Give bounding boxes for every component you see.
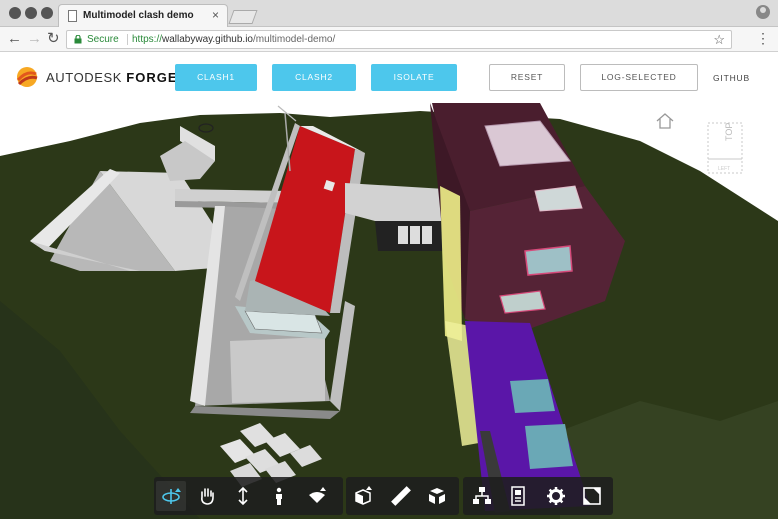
- app-header: AUTODESK FORGE CLASH1 CLASH2 ISOLATE RES…: [0, 53, 778, 101]
- browser-window: Multimodel clash demo × ← → ↻ Secure htt…: [0, 0, 778, 519]
- omnibox-divider: [127, 34, 128, 45]
- dolly-icon: [238, 486, 248, 506]
- home-view-icon[interactable]: [656, 113, 674, 129]
- camera-icon: [309, 487, 326, 503]
- measure-tool[interactable]: [386, 481, 416, 511]
- brand-name: AUTODESK FORGE: [46, 70, 178, 85]
- github-link[interactable]: GITHUB: [713, 73, 750, 83]
- log-selected-button[interactable]: LOG-SELECTED: [580, 64, 698, 91]
- pan-tool[interactable]: [192, 481, 222, 511]
- reload-button[interactable]: ↻: [47, 31, 60, 47]
- orbit-tool[interactable]: [156, 481, 186, 511]
- section-icon: [355, 486, 372, 505]
- url-text: https://wallabyway.github.io/multimodel-…: [132, 34, 336, 45]
- first-person-tool[interactable]: [264, 481, 294, 511]
- isolate-button[interactable]: ISOLATE: [371, 64, 457, 91]
- autodesk-logo-icon: [16, 67, 38, 87]
- model-tools-toolbar: [346, 477, 459, 515]
- fullscreen-icon: [583, 487, 601, 505]
- measure-icon: [391, 486, 411, 506]
- lock-icon: [74, 35, 82, 44]
- clash2-button[interactable]: CLASH2: [272, 64, 356, 91]
- close-window-icon[interactable]: [9, 7, 21, 19]
- navigation-toolbar: [154, 477, 343, 515]
- document-icon: [68, 10, 77, 22]
- zoom-window-icon[interactable]: [41, 7, 53, 19]
- fullscreen-tool[interactable]: [577, 481, 607, 511]
- new-tab-button[interactable]: [228, 10, 258, 24]
- secure-label: Secure: [87, 34, 119, 45]
- tab-close-icon[interactable]: ×: [212, 8, 219, 22]
- settings-icon: [547, 487, 565, 505]
- browser-menu-icon[interactable]: ⋮: [756, 30, 770, 46]
- explode-icon: [429, 488, 445, 504]
- explode-tool[interactable]: [422, 481, 452, 511]
- pan-icon: [201, 488, 214, 505]
- settings-toolbar: [463, 477, 613, 515]
- minimize-window-icon[interactable]: [25, 7, 37, 19]
- model-scene[interactable]: [0, 101, 778, 519]
- address-bar[interactable]: Secure https://wallabyway.github.io/mult…: [66, 30, 732, 49]
- viewcube-top-label: TOP: [724, 123, 734, 141]
- settings-tool[interactable]: [541, 481, 571, 511]
- camera-tool[interactable]: [302, 481, 332, 511]
- viewcube-left-label: LEFT: [718, 166, 730, 172]
- properties-tool[interactable]: [503, 481, 533, 511]
- tab-title: Multimodel clash demo: [83, 10, 194, 21]
- account-icon[interactable]: [756, 5, 770, 19]
- model-browser-icon: [473, 487, 491, 504]
- properties-icon: [511, 486, 525, 506]
- first-person-icon: [276, 487, 282, 505]
- tab-multimodel-demo[interactable]: Multimodel clash demo ×: [58, 4, 228, 27]
- reset-button[interactable]: RESET: [489, 64, 565, 91]
- orbit-icon: [162, 488, 181, 504]
- model-browser-tool[interactable]: [467, 481, 497, 511]
- forward-button[interactable]: →: [27, 31, 42, 47]
- bookmark-star-icon[interactable]: ☆: [713, 32, 725, 48]
- clash1-button[interactable]: CLASH1: [175, 64, 257, 91]
- section-tool[interactable]: [348, 481, 378, 511]
- back-button[interactable]: ←: [7, 31, 22, 47]
- browser-toolbar: ← → ↻ Secure https://wallabyway.github.i…: [0, 27, 778, 52]
- forge-viewer-canvas[interactable]: TOP LEFT: [0, 101, 778, 519]
- dolly-tool[interactable]: [228, 481, 258, 511]
- viewcube-icon[interactable]: TOP LEFT: [702, 119, 748, 181]
- tab-strip: Multimodel clash demo ×: [0, 0, 778, 27]
